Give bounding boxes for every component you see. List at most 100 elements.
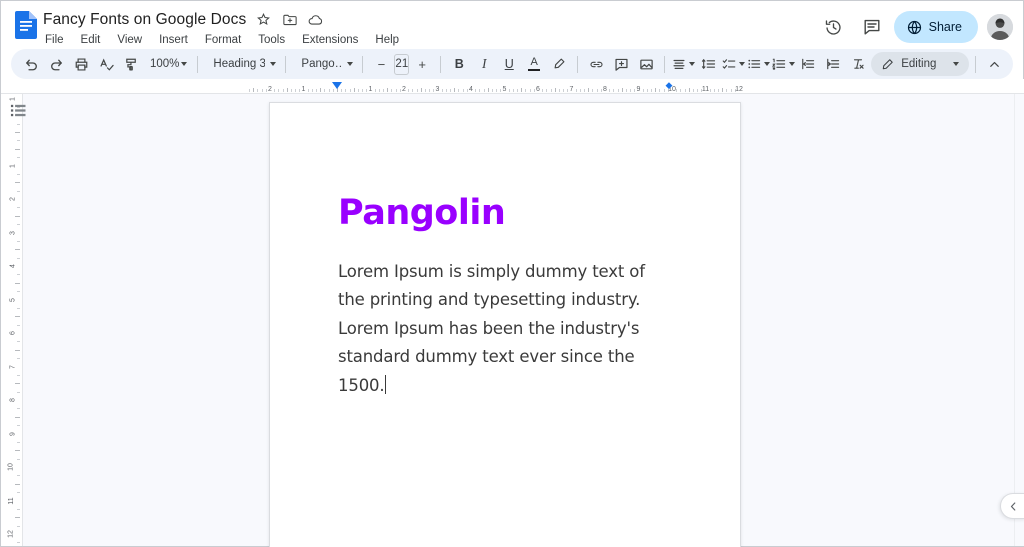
insert-link-icon[interactable] [584, 52, 608, 76]
zoom-selector[interactable]: 100% [144, 52, 191, 76]
ruler-tick [17, 325, 20, 326]
ruler-tick [634, 89, 635, 92]
spellcheck-icon[interactable] [94, 52, 118, 76]
collapse-toolbar-button[interactable] [982, 52, 1006, 76]
increase-indent-icon[interactable] [821, 52, 845, 76]
ruler-tick [15, 149, 20, 150]
menu-format[interactable]: Format [203, 33, 243, 47]
title-row: Fancy Fonts on Google Docs [43, 9, 401, 30]
vertical-scrollbar[interactable] [1014, 94, 1024, 546]
text-cursor [385, 375, 387, 394]
numbered-list-icon[interactable] [771, 52, 795, 76]
highlight-pen-icon[interactable] [547, 52, 571, 76]
menu-view[interactable]: View [115, 33, 144, 47]
ruler-number: 12 [735, 86, 743, 93]
paint-format-icon[interactable] [119, 52, 143, 76]
decrease-font-size-button[interactable]: − [369, 52, 393, 76]
version-history-icon[interactable] [818, 11, 850, 43]
add-comment-icon[interactable] [609, 52, 633, 76]
user-avatar[interactable] [987, 14, 1013, 40]
menu-tools[interactable]: Tools [256, 33, 287, 47]
ruler-tick [15, 350, 20, 351]
ruler-tick [257, 89, 258, 92]
expand-side-panel-icon[interactable] [1000, 493, 1024, 519]
menu-extensions[interactable]: Extensions [300, 33, 360, 47]
menu-file[interactable]: File [43, 33, 66, 47]
italic-button[interactable]: I [472, 52, 496, 76]
bold-button[interactable]: B [447, 52, 471, 76]
ruler-tick [15, 283, 20, 284]
menu-bar: File Edit View Insert Format Tools Exten… [43, 33, 401, 47]
insert-image-icon[interactable] [634, 52, 658, 76]
cloud-status-icon[interactable] [307, 11, 324, 28]
ruler-tick [345, 89, 346, 92]
paragraph-style-selector[interactable]: Heading 3 [204, 52, 279, 76]
ruler-tick [463, 89, 464, 92]
bulleted-list-icon[interactable] [746, 52, 770, 76]
line-spacing-icon[interactable] [696, 52, 720, 76]
ruler-tick [592, 89, 593, 92]
ruler-tick [580, 89, 581, 92]
decrease-indent-icon[interactable] [796, 52, 820, 76]
ruler-tick [375, 89, 376, 92]
clear-formatting-icon[interactable] [846, 52, 870, 76]
horizontal-ruler[interactable]: 21123456789101112 ◆ [1, 79, 1024, 94]
print-icon[interactable] [69, 52, 93, 76]
ruler-tick [425, 89, 426, 92]
ruler-tick [17, 341, 20, 342]
menu-edit[interactable]: Edit [79, 33, 103, 47]
ruler-tick [17, 408, 20, 409]
font-size-input[interactable]: 21 [394, 54, 409, 75]
show-outline-icon[interactable] [7, 99, 29, 121]
editing-mode-selector[interactable]: Editing [871, 52, 969, 76]
ruler-tick [379, 89, 380, 92]
ruler-tick [362, 89, 363, 92]
document-page[interactable]: Pangolin Lorem Ipsum is simply dummy tex… [269, 102, 741, 547]
toolbar-divider [440, 56, 441, 73]
document-heading[interactable]: Pangolin [338, 195, 678, 232]
chevron-down-icon [689, 62, 695, 66]
text-color-letter: A [531, 57, 538, 68]
ruler-tick [676, 89, 677, 92]
redo-icon[interactable] [44, 52, 68, 76]
ruler-number: 2 [10, 197, 17, 201]
checklist-icon[interactable] [721, 52, 745, 76]
ruler-tick [249, 89, 250, 92]
ruler-tick [567, 89, 568, 92]
undo-icon[interactable] [19, 52, 43, 76]
left-indent-marker[interactable] [332, 82, 342, 89]
ruler-tick [609, 89, 610, 92]
menu-help[interactable]: Help [373, 33, 401, 47]
chevron-down-icon [789, 62, 795, 66]
text-color-swatch [528, 69, 540, 72]
share-button[interactable]: Share [894, 11, 978, 43]
text-color-button[interactable]: A [522, 52, 546, 76]
comment-icon[interactable] [856, 11, 888, 43]
ruler-tick [525, 89, 526, 92]
ruler-tick [421, 88, 422, 92]
ruler-number: 5 [10, 298, 17, 302]
ruler-tick [253, 88, 254, 92]
ruler-number: 4 [469, 86, 473, 93]
ruler-tick [584, 89, 585, 92]
underline-button[interactable]: U [497, 52, 521, 76]
ruler-tick [17, 526, 20, 527]
ruler-tick [17, 358, 20, 359]
increase-font-size-button[interactable]: + [410, 52, 434, 76]
menu-insert[interactable]: Insert [157, 33, 190, 47]
ruler-tick [408, 89, 409, 92]
page-title[interactable]: Fancy Fonts on Google Docs [43, 11, 246, 29]
star-icon[interactable] [255, 11, 272, 28]
move-folder-icon[interactable] [281, 11, 298, 28]
header-actions: Share [818, 7, 1013, 43]
align-icon[interactable] [671, 52, 695, 76]
ruler-tick [651, 89, 652, 92]
ruler-tick [15, 132, 20, 133]
right-margin-marker[interactable]: ◆ [666, 81, 673, 91]
ruler-tick [266, 89, 267, 92]
google-docs-icon[interactable] [15, 11, 37, 39]
ruler-tick [15, 216, 20, 217]
vertical-ruler[interactable]: 1123456789101112 [1, 94, 23, 546]
document-paragraph[interactable]: Lorem Ipsum is simply dummy text of the … [338, 258, 658, 401]
font-selector[interactable]: Pango… [292, 52, 356, 76]
